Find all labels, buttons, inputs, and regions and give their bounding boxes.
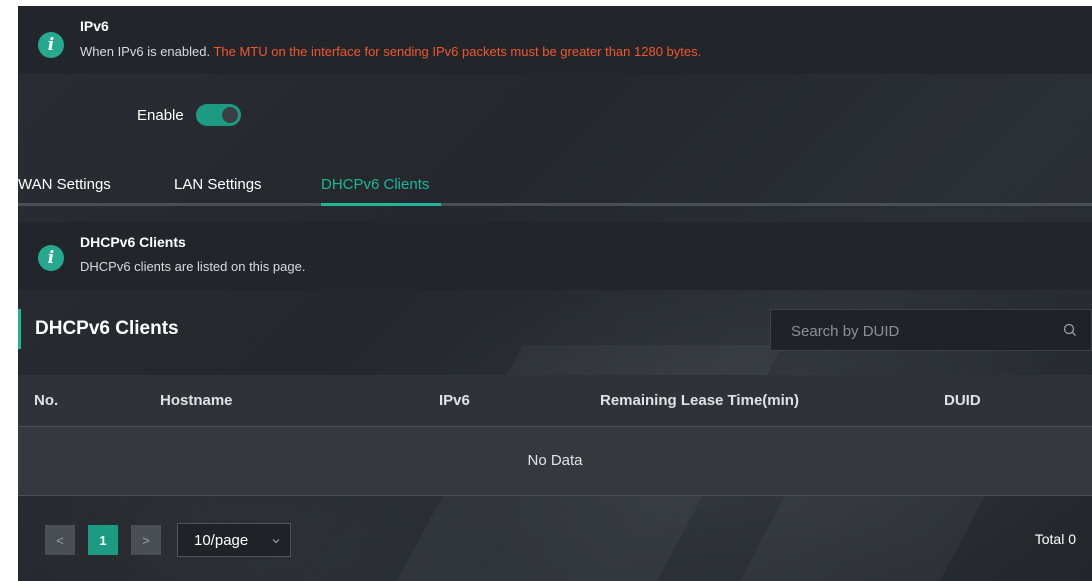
- tab-bar: WAN Settings LAN Settings DHCPv6 Clients: [18, 168, 1092, 206]
- search-icon[interactable]: [1063, 323, 1077, 337]
- page-size-select[interactable]: 10/page: [177, 523, 291, 557]
- tab-lan-settings[interactable]: LAN Settings: [174, 176, 262, 193]
- toggle-knob: [221, 107, 238, 123]
- section-accent-bar: [18, 309, 21, 349]
- tab-dhcpv6-clients[interactable]: DHCPv6 Clients: [321, 176, 429, 193]
- clients-table: No. Hostname IPv6 Remaining Lease Time(m…: [18, 375, 1092, 496]
- alert-title: DHCPv6 Clients: [80, 234, 186, 250]
- prev-page-button[interactable]: <: [45, 525, 75, 555]
- search-input[interactable]: [789, 310, 1053, 352]
- column-header-hostname: Hostname: [160, 392, 233, 409]
- alert-description-text: When IPv6 is enabled.: [80, 44, 211, 59]
- pagination: < 1 > 10/page: [45, 523, 291, 557]
- page-size-value: 10/page: [194, 532, 249, 549]
- alert-title: IPv6: [80, 18, 109, 34]
- alert-description: When IPv6 is enabled. The MTU on the int…: [80, 44, 701, 59]
- next-page-button[interactable]: >: [131, 525, 161, 555]
- column-header-ipv6: IPv6: [439, 392, 470, 409]
- alert-description: DHCPv6 clients are listed on this page.: [80, 259, 306, 274]
- search-box: [770, 309, 1092, 352]
- tab-wan-settings[interactable]: WAN Settings: [18, 176, 111, 193]
- chevron-down-icon: [272, 539, 280, 544]
- mtu-warning-text: The MTU on the interface for sending IPv…: [210, 44, 702, 59]
- ipv6-info-alert: i IPv6 When IPv6 is enabled. The MTU on …: [18, 6, 1092, 74]
- column-header-no: No.: [34, 392, 59, 409]
- info-icon: i: [38, 32, 64, 58]
- enable-label: Enable: [137, 106, 184, 124]
- enable-toggle[interactable]: [195, 104, 241, 126]
- dhcpv6-info-alert: i DHCPv6 Clients DHCPv6 clients are list…: [18, 222, 1092, 290]
- info-icon: i: [38, 245, 64, 271]
- enable-row: Enable: [137, 104, 241, 126]
- total-count: Total 0: [1034, 531, 1076, 547]
- section-header: DHCPv6 Clients: [18, 309, 179, 349]
- tab-divider: [18, 203, 1092, 206]
- section-title: DHCPv6 Clients: [35, 318, 179, 339]
- page-button-current[interactable]: 1: [88, 525, 118, 555]
- active-tab-indicator: [321, 203, 441, 206]
- empty-state-text: No Data: [527, 452, 583, 469]
- column-header-duid: DUID: [944, 392, 981, 409]
- table-header: No. Hostname IPv6 Remaining Lease Time(m…: [18, 375, 1092, 427]
- app-frame: i IPv6 When IPv6 is enabled. The MTU on …: [0, 0, 1092, 581]
- column-header-lease-time: Remaining Lease Time(min): [600, 392, 799, 409]
- table-body: No Data: [18, 427, 1092, 496]
